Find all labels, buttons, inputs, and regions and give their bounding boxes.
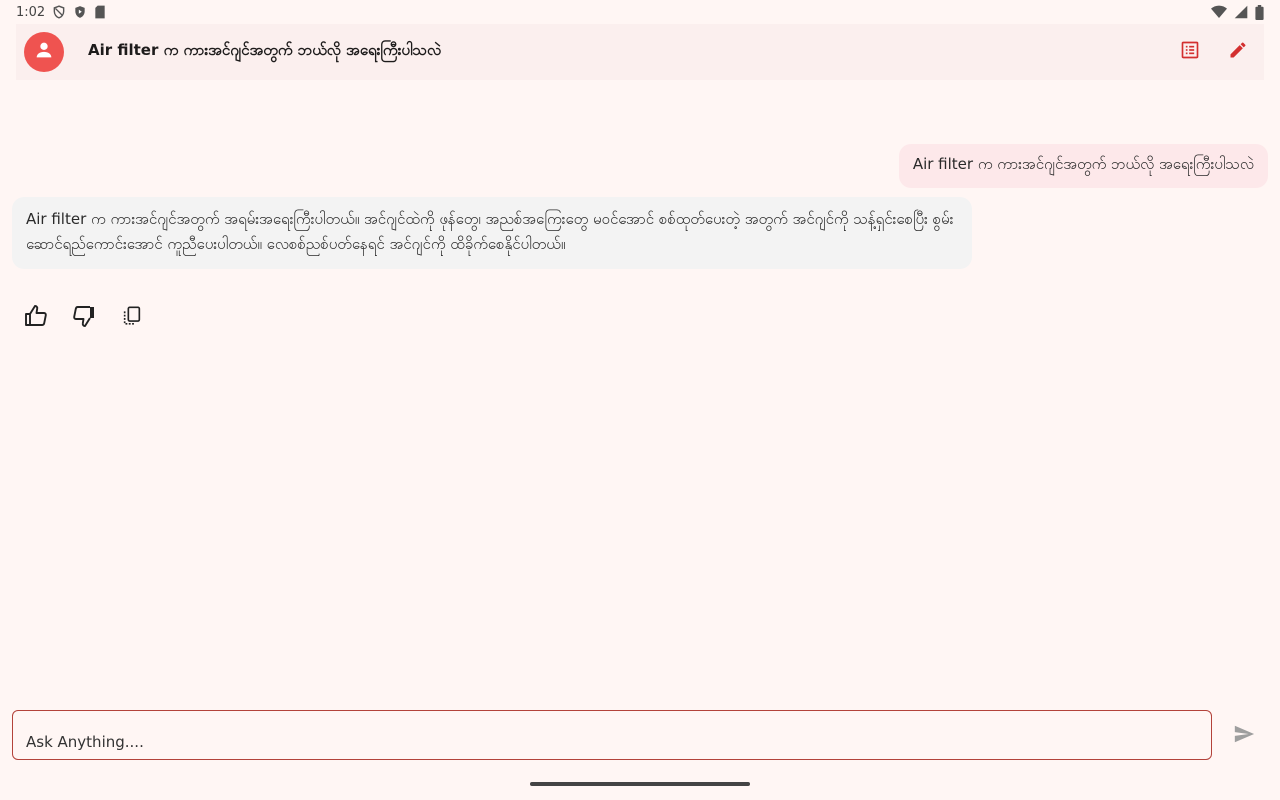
user-message-text: Air filter က ကားအင်ဂျင်အတွက် ဘယ်လို အရေး… <box>912 155 1254 173</box>
avatar[interactable] <box>24 32 64 72</box>
status-left: 1:02 <box>16 5 106 20</box>
shield-outline-icon <box>52 5 66 19</box>
copy-icon <box>121 305 143 331</box>
home-indicator[interactable] <box>530 782 750 786</box>
app-bar: Air filter က ကားအင်ဂျင်အတွက် ဘယ်လို အရေး… <box>16 24 1264 80</box>
new-chat-button[interactable] <box>1226 40 1250 64</box>
send-button[interactable] <box>1232 724 1256 748</box>
thumb-up-icon <box>24 304 48 332</box>
battery-icon <box>1255 4 1264 20</box>
message-input[interactable] <box>26 733 1198 751</box>
wifi-icon <box>1211 5 1227 19</box>
cell-signal-icon <box>1234 5 1248 19</box>
message-input-container <box>12 710 1212 760</box>
thumb-down-button[interactable] <box>72 306 96 330</box>
sd-card-icon <box>94 5 106 19</box>
person-icon <box>33 39 55 65</box>
status-bar: 1:02 <box>0 0 1280 24</box>
app-actions <box>1178 40 1250 64</box>
copy-button[interactable] <box>120 306 144 330</box>
bot-message-text: Air filter က ကားအင်ဂျင်အတွက် အရမ်းအရေးကြ… <box>26 210 954 253</box>
pencil-icon <box>1228 40 1248 64</box>
page-title: Air filter က ကားအင်ဂျင်အတွက် ဘယ်လို အရေး… <box>88 41 442 59</box>
status-right <box>1211 4 1264 20</box>
list-alt-icon <box>1180 40 1200 64</box>
status-time: 1:02 <box>16 4 46 20</box>
history-button[interactable] <box>1178 40 1202 64</box>
thumb-up-button[interactable] <box>24 304 48 332</box>
feedback-row <box>24 304 144 332</box>
bot-message-bubble: Air filter က ကားအင်ဂျင်အတွက် အရမ်းအရေးကြ… <box>12 197 972 269</box>
shield-play-icon <box>73 5 87 19</box>
user-message-bubble: Air filter က ကားအင်ဂျင်အတွက် ဘယ်လို အရေး… <box>898 144 1268 188</box>
send-icon <box>1233 723 1255 749</box>
thumb-down-icon <box>72 304 96 332</box>
